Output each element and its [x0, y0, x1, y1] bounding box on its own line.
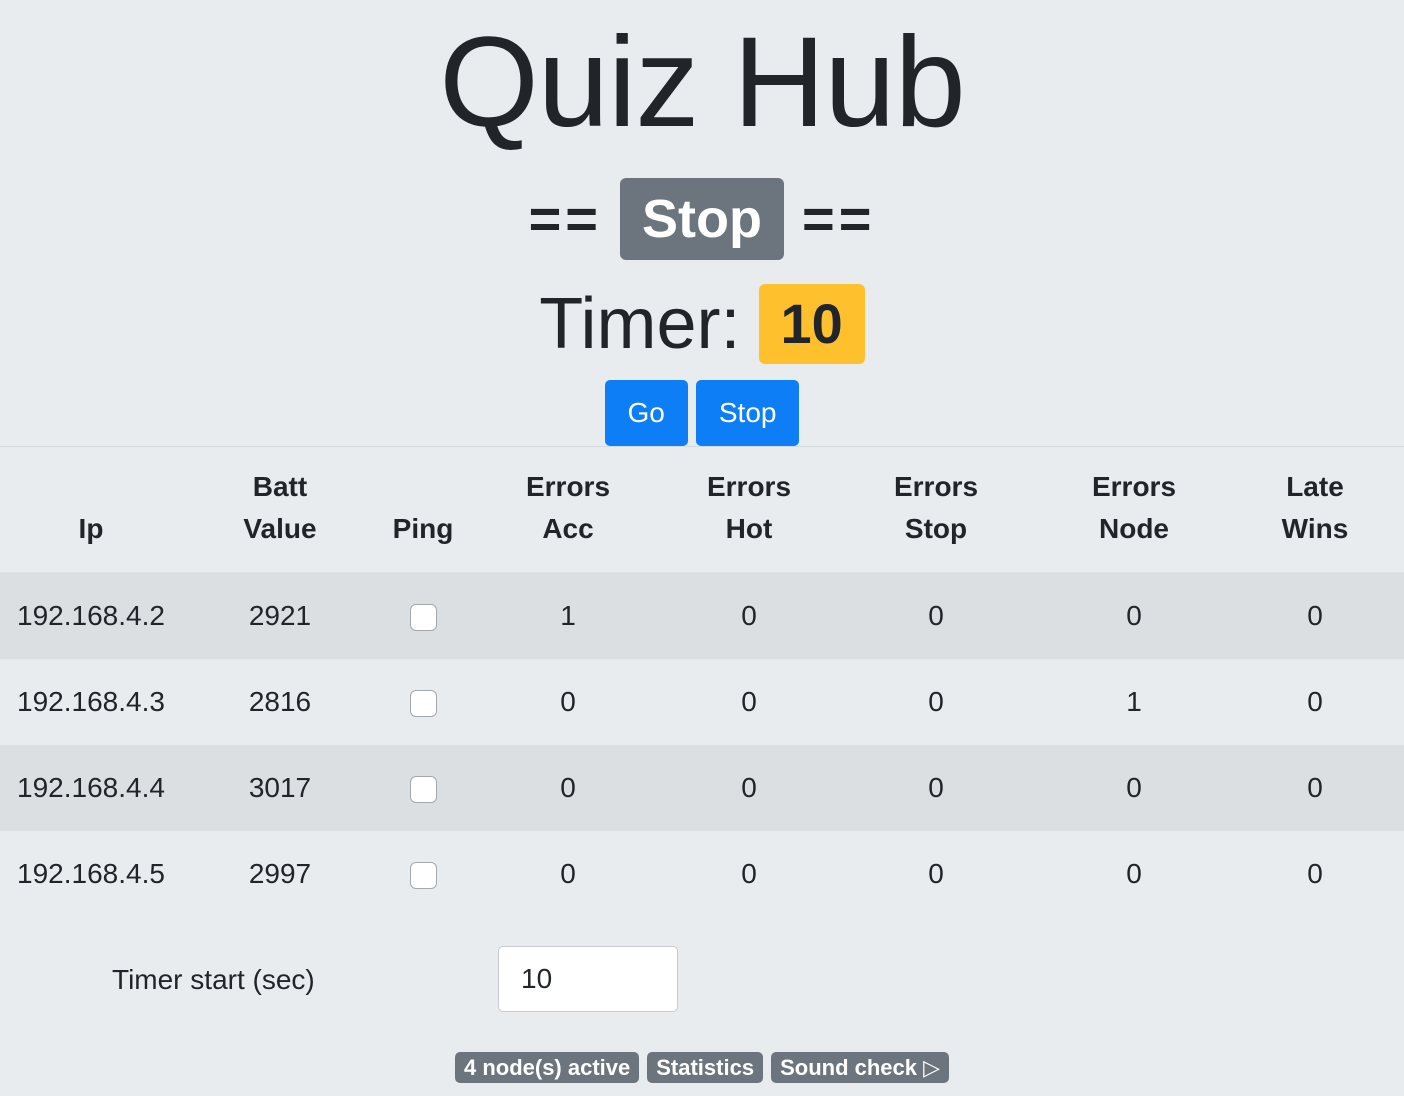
column-header-late-wins: Late Wins — [1226, 446, 1404, 573]
cell-batt-value: 2921 — [248, 600, 312, 631]
page: Quiz Hub == Stop == Timer: 10 Go Stop Ip… — [0, 0, 1404, 1096]
footer-badges: 4 node(s) active Statistics Sound check … — [0, 1052, 1404, 1083]
cell-errors-acc: 0 — [560, 686, 576, 717]
cell-errors-stop: 0 — [928, 772, 944, 803]
cell-errors-hot: 0 — [741, 772, 757, 803]
column-header-line: Errors — [706, 471, 792, 502]
column-header-line: Stop — [904, 513, 968, 544]
column-header-line: Hot — [725, 513, 773, 544]
column-header-errors-hot: Errors Hot — [668, 446, 830, 573]
cell-ip: 192.168.4.5 — [17, 858, 165, 889]
cell-errors-hot: 0 — [741, 600, 757, 631]
table-row: 192.168.4.5 2997 0 0 0 0 0 — [0, 831, 1404, 917]
column-header-batt-value: Batt Value — [182, 446, 378, 573]
column-header-line: Acc — [542, 513, 594, 544]
ping-checkbox[interactable] — [409, 604, 437, 632]
nodes-table: Ip Batt Value Ping Errors Acc Errors Hot Errors… — [0, 446, 1404, 917]
game-state-badge: Stop — [620, 178, 784, 260]
column-header-line: Batt — [252, 471, 308, 502]
cell-errors-stop: 0 — [928, 686, 944, 717]
ping-checkbox[interactable] — [409, 690, 437, 718]
column-header-ip: Ip — [0, 446, 182, 573]
column-header-line: Value — [243, 513, 317, 544]
column-header-line: Errors — [525, 471, 611, 502]
cell-batt-value: 2816 — [248, 686, 312, 717]
cell-errors-node: 0 — [1126, 858, 1142, 889]
cell-ip: 192.168.4.3 — [17, 686, 165, 717]
column-header-line: Errors — [893, 471, 979, 502]
column-header-errors-acc: Errors Acc — [468, 446, 668, 573]
table-header: Ip Batt Value Ping Errors Acc Errors Hot Errors… — [0, 446, 1404, 573]
column-header-ping: Ping — [378, 446, 468, 573]
stop-button[interactable]: Stop — [695, 380, 800, 446]
timer-start-input[interactable] — [498, 946, 678, 1012]
column-header-line: Ip — [78, 513, 104, 544]
timer-row: Timer: 10 — [0, 284, 1404, 364]
table-row: 192.168.4.2 2921 1 0 0 0 0 — [0, 572, 1404, 660]
cell-errors-acc: 0 — [560, 772, 576, 803]
cell-late-wins: 0 — [1307, 858, 1323, 889]
cell-ip: 192.168.4.4 — [17, 772, 165, 803]
cell-ping — [378, 573, 468, 660]
sound-check-button[interactable]: Sound check ▷ — [771, 1052, 950, 1083]
ping-checkbox[interactable] — [409, 776, 437, 804]
control-buttons: Go Stop — [0, 380, 1404, 446]
column-header-errors-stop: Errors Stop — [830, 446, 1042, 573]
column-header-line: Wins — [1281, 513, 1349, 544]
timer-value-badge: 10 — [758, 284, 865, 364]
statistics-link[interactable]: Statistics — [647, 1052, 764, 1083]
cell-errors-stop: 0 — [928, 600, 944, 631]
cell-errors-stop: 0 — [928, 858, 944, 889]
state-suffix: == — [801, 187, 876, 250]
table-body: 192.168.4.2 2921 1 0 0 0 0 192.168.4.3 2816 0 0 0 1 0… — [0, 572, 1404, 917]
column-header-line: Late — [1286, 471, 1344, 502]
cell-batt-value: 3017 — [248, 772, 312, 803]
column-header-line — [378, 466, 468, 508]
table-row: 192.168.4.3 2816 0 0 0 1 0 — [0, 659, 1404, 745]
go-button[interactable]: Go — [604, 380, 688, 446]
cell-late-wins: 0 — [1307, 772, 1323, 803]
cell-late-wins: 0 — [1307, 600, 1323, 631]
page-title: Quiz Hub — [439, 11, 966, 154]
cell-errors-acc: 1 — [560, 600, 576, 631]
column-header-errors-node: Errors Node — [1042, 446, 1226, 573]
cell-ping — [378, 745, 468, 831]
column-header-line — [0, 466, 182, 508]
column-header-line: Node — [1099, 513, 1169, 544]
cell-errors-node: 0 — [1126, 772, 1142, 803]
cell-ip: 192.168.4.2 — [17, 600, 165, 631]
table-header-row: Ip Batt Value Ping Errors Acc Errors Hot Errors… — [0, 446, 1404, 573]
timer-label: Timer: — [539, 284, 741, 364]
cell-ping — [378, 831, 468, 917]
game-state-row: == Stop == — [0, 178, 1404, 260]
cell-errors-hot: 0 — [741, 686, 757, 717]
nodes-active-badge: 4 node(s) active — [454, 1052, 640, 1083]
cell-errors-node: 0 — [1126, 600, 1142, 631]
cell-batt-value: 2997 — [248, 858, 312, 889]
state-prefix: == — [528, 187, 602, 250]
ping-checkbox[interactable] — [409, 862, 437, 890]
column-header-line: Errors — [1091, 471, 1177, 502]
cell-errors-acc: 0 — [560, 858, 576, 889]
cell-errors-hot: 0 — [741, 858, 757, 889]
cell-late-wins: 0 — [1307, 686, 1323, 717]
timer-start-label: Timer start (sec) — [112, 964, 315, 995]
cell-errors-node: 1 — [1126, 686, 1142, 717]
cell-ping — [378, 659, 468, 745]
column-header-line: Ping — [392, 513, 454, 544]
table-row: 192.168.4.4 3017 0 0 0 0 0 — [0, 745, 1404, 831]
